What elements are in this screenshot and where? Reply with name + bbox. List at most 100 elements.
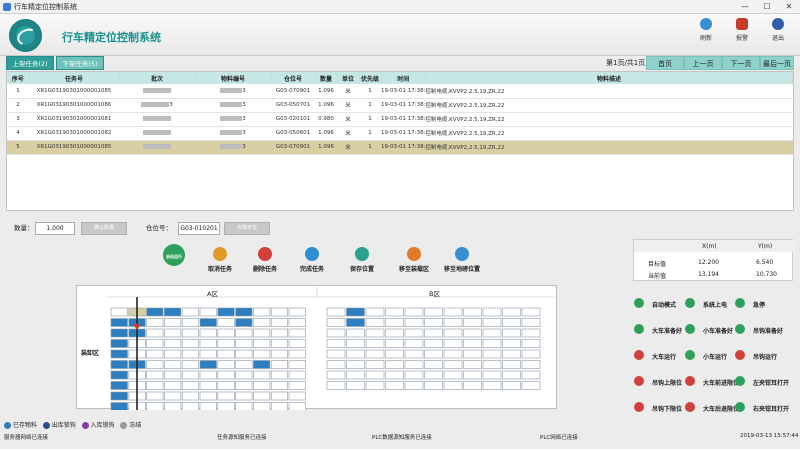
qty-input[interactable]: 1.000 <box>35 222 75 235</box>
table-row[interactable]: 1 XR1G03190301000001085 3 G03-070901 1.096 米 1… <box>7 84 793 99</box>
storage-cell <box>217 349 235 359</box>
action-icon <box>305 247 319 261</box>
table-row[interactable]: 5 XR1G03190301000001085 3 G03-070901 1.096 米 1… <box>7 140 793 155</box>
storage-cell <box>217 381 235 390</box>
maximize-button[interactable]: ☐ <box>757 0 777 14</box>
storage-cell <box>253 328 271 338</box>
status-led <box>634 376 644 386</box>
storage-cell <box>181 370 199 380</box>
storage-cell <box>181 381 199 390</box>
refresh-button[interactable]: 刷新 <box>690 18 722 42</box>
first-page-button[interactable]: 首页 <box>646 56 684 70</box>
table-row[interactable]: 4 XR1G03190301000001082 3 G03-050601 1.096 米 1… <box>7 126 793 141</box>
close-button[interactable]: ✕ <box>779 0 799 14</box>
action-button[interactable]: 完成任务 <box>290 247 334 273</box>
storage-cell <box>288 349 306 359</box>
status-led <box>685 350 695 360</box>
col-header[interactable]: 优先级 <box>359 72 382 84</box>
col-header[interactable]: 任务号 <box>29 72 120 84</box>
storage-cell <box>346 381 365 390</box>
storage-cell <box>463 360 482 369</box>
col-header[interactable]: 时间 <box>381 72 426 84</box>
storage-cell <box>270 328 288 338</box>
storage-cell <box>288 339 306 348</box>
storage-cell <box>463 339 482 348</box>
tab-unshelving[interactable]: 下架任务(5) <box>56 56 104 70</box>
loc-input[interactable]: G03-010201 <box>178 222 220 235</box>
storage-cell <box>404 370 424 380</box>
storage-cell <box>385 307 404 317</box>
storage-cell <box>326 328 346 338</box>
action-button[interactable]: 移至地磅位置 <box>440 247 484 273</box>
alarm-button[interactable]: 报警 <box>726 18 758 42</box>
exit-button[interactable]: 退出 <box>762 18 794 42</box>
table-cell <box>119 84 195 99</box>
storage-cell <box>365 349 385 359</box>
storage-cell <box>521 381 541 390</box>
legend-item: 入库锁钩 <box>81 422 115 429</box>
col-header[interactable]: 批次 <box>119 72 196 84</box>
table-cell: 1 <box>359 140 381 155</box>
loading-zone-label: 装卸区 <box>81 350 100 357</box>
tab-shelving[interactable]: 上架任务(2) <box>6 56 54 70</box>
storage-cell <box>217 307 235 317</box>
table-cell: 1 <box>359 112 381 127</box>
storage-cell <box>217 328 235 338</box>
action-icon <box>213 247 227 261</box>
col-header[interactable]: 单位 <box>337 72 360 84</box>
storage-cell <box>235 318 253 327</box>
status-label: 吊钩上限位 <box>652 380 683 387</box>
table-cell: 2 <box>7 98 29 113</box>
status-led <box>735 376 745 386</box>
legend-item: 出库锁钩 <box>42 422 76 429</box>
action-button[interactable]: 移至装载区 <box>392 247 436 273</box>
last-page-button[interactable]: 最后一页 <box>760 56 794 70</box>
storage-cell <box>443 339 463 348</box>
minimize-button[interactable]: — <box>735 0 755 14</box>
table-cell: 米 <box>337 84 359 99</box>
storage-cell <box>110 391 128 401</box>
table-row[interactable]: 2 XR1G03190301000001086 3 3 G03-050701 1.096 米… <box>7 98 793 113</box>
action-button[interactable]: 删除任务 <box>243 247 287 273</box>
storage-cell <box>424 370 443 380</box>
status-led <box>634 402 644 412</box>
table-row[interactable]: 3 XR1G03190301000001081 3 G03-020101 0.980 米 1… <box>7 112 793 127</box>
storage-cell <box>199 349 217 359</box>
action-button[interactable]: 取消任务 <box>198 247 242 273</box>
storage-cell <box>502 339 521 348</box>
confirm-qty-button[interactable]: 确认数量 <box>81 222 127 235</box>
prev-page-button[interactable]: 上一页 <box>684 56 722 70</box>
table-cell: 米 <box>337 140 359 155</box>
storage-cell <box>346 349 365 359</box>
col-header[interactable]: 仓位号 <box>271 72 316 84</box>
server-status: 服务器网络已连接 <box>4 435 49 441</box>
storage-cell <box>235 307 253 317</box>
warehouse-grid[interactable] <box>77 286 558 411</box>
col-header[interactable]: 物料描述 <box>425 72 794 84</box>
storage-cell <box>365 328 385 338</box>
next-page-button[interactable]: 下一页 <box>722 56 760 70</box>
storage-cell <box>146 307 164 317</box>
storage-cell <box>199 370 217 380</box>
col-header[interactable]: 物料编号 <box>195 72 272 84</box>
storage-cell <box>199 391 217 401</box>
action-label: 删除任务 <box>252 266 277 273</box>
window-title: 行车精定位控制系统 <box>14 3 77 11</box>
locate-button[interactable]: 点我定位 <box>224 222 270 235</box>
storage-cell <box>346 307 365 317</box>
action-button[interactable]: 保存位置 <box>340 247 384 273</box>
col-header[interactable]: 数量 <box>315 72 338 84</box>
status-bar: 服务器网络已连接 任务源知服务已连接 PLC数据源知服务已连接 PLC网络已连接… <box>0 430 800 449</box>
action-button[interactable]: 启动运行 <box>152 244 196 269</box>
storage-cell <box>385 370 404 380</box>
storage-cell <box>164 370 182 380</box>
storage-cell <box>443 349 463 359</box>
storage-cell <box>181 349 199 359</box>
storage-cell <box>270 339 288 348</box>
storage-cell <box>502 370 521 380</box>
storage-cell <box>463 370 482 380</box>
storage-cell <box>482 307 502 317</box>
storage-cell <box>270 402 288 411</box>
col-header[interactable]: 序号 <box>7 72 30 84</box>
status-label: 吊钩运行 <box>753 354 778 361</box>
